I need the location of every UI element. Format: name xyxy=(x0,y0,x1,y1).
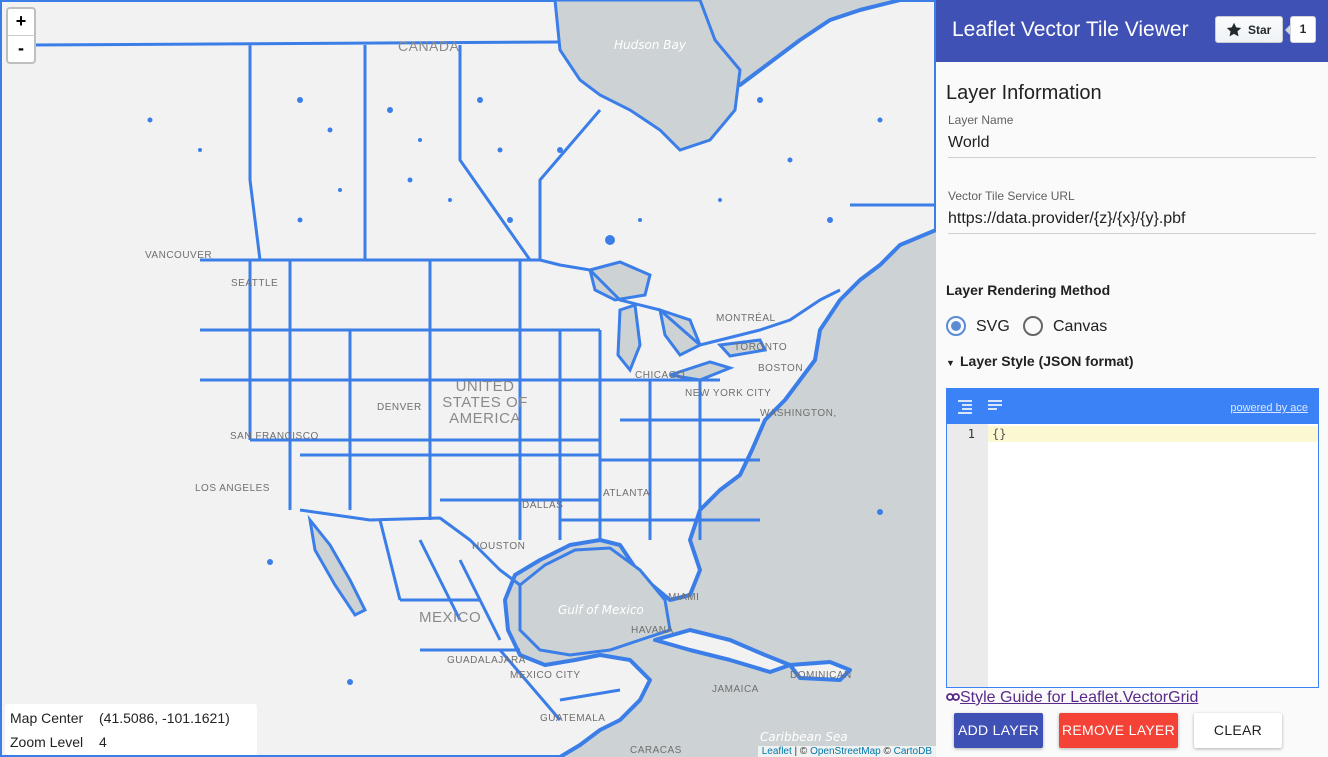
place-label: VANCOUVER xyxy=(145,250,213,261)
layer-style-expander[interactable]: ▼ Layer Style (JSON format) xyxy=(946,353,1134,369)
map-center-value: (41.5086, -101.1621) xyxy=(99,710,230,726)
side-panel: Leaflet Vector Tile Viewer Star 1 Layer … xyxy=(936,0,1328,757)
zoom-level-row: Zoom Level 4 xyxy=(10,734,107,750)
format-icon[interactable] xyxy=(956,398,974,416)
add-layer-button[interactable]: ADD LAYER xyxy=(954,713,1043,748)
place-label: SAN FRANCISCO xyxy=(230,431,319,442)
place-label: JAMAICA xyxy=(712,684,759,695)
place-label: CARACAS xyxy=(630,745,682,756)
editor-toolbar: powered by ace xyxy=(947,389,1318,424)
map-attribution: Leaflet | © OpenStreetMap © CartoDB xyxy=(757,746,936,757)
github-star-button[interactable]: Star xyxy=(1215,16,1283,43)
style-guide-label: Style Guide for Leaflet.VectorGrid xyxy=(960,689,1199,706)
attribution-separator: © xyxy=(880,746,894,757)
osm-link[interactable]: OpenStreetMap xyxy=(810,746,881,757)
layer-name-label: Layer Name xyxy=(948,113,1014,127)
link-icon xyxy=(946,693,960,701)
rendering-method-label: Layer Rendering Method xyxy=(946,282,1111,298)
powered-by-ace-link[interactable]: powered by ace xyxy=(1230,402,1308,414)
map-center-row: Map Center (41.5086, -101.1621) xyxy=(10,710,230,726)
editor-content[interactable]: {} xyxy=(992,427,1006,441)
clear-button[interactable]: CLEAR xyxy=(1194,713,1282,748)
zoom-in-button[interactable]: + xyxy=(8,9,34,35)
place-label: MEXICO CITY xyxy=(510,670,581,681)
place-label: LOS ANGELES xyxy=(195,483,270,494)
caret-down-icon: ▼ xyxy=(946,358,955,368)
section-title: Layer Information xyxy=(946,82,1102,104)
compact-icon[interactable] xyxy=(986,398,1004,416)
radio-canvas-label: Canvas xyxy=(1053,318,1108,335)
place-label: ATLANTA xyxy=(603,488,651,499)
water-label-caribbean-sea: Caribbean Sea xyxy=(760,730,848,744)
place-label: TORONTO xyxy=(734,342,788,353)
place-label: HAVANA xyxy=(631,625,674,636)
place-label: SEATTLE xyxy=(231,278,279,289)
star-label: Star xyxy=(1248,23,1272,37)
zoom-out-button[interactable]: - xyxy=(8,35,34,62)
map-center-label: Map Center xyxy=(10,710,84,726)
leaflet-link[interactable]: Leaflet xyxy=(762,746,792,757)
place-label: BOSTON xyxy=(758,363,804,374)
place-label: GUADALAJARA xyxy=(447,655,526,666)
place-label: MIAMI xyxy=(668,592,700,603)
zoom-control: + - xyxy=(6,7,36,64)
place-label: DOMINICAN xyxy=(790,670,852,681)
country-label-mexico: MEXICO xyxy=(419,609,482,626)
url-input[interactable]: https://data.provider/{z}/{x}/{y}.pbf xyxy=(948,210,1316,234)
place-label: GUATEMALA xyxy=(540,713,606,724)
app-header: Leaflet Vector Tile Viewer Star 1 xyxy=(936,0,1328,62)
place-label: HOUSTON xyxy=(472,541,526,552)
radio-canvas-circle[interactable] xyxy=(1023,316,1043,336)
zoom-level-label: Zoom Level xyxy=(10,734,84,750)
remove-layer-button[interactable]: REMOVE LAYER xyxy=(1059,713,1178,748)
map-view[interactable]: + - Hudson Bay Gulf of Mexico Caribbean … xyxy=(0,0,936,757)
star-count[interactable]: 1 xyxy=(1285,16,1316,43)
editor-gutter xyxy=(947,424,988,687)
app-title: Leaflet Vector Tile Viewer xyxy=(952,18,1189,41)
layer-name-input[interactable]: World xyxy=(948,134,1316,158)
layer-style-label: Layer Style (JSON format) xyxy=(960,353,1134,369)
place-label: WASHINGTON, xyxy=(760,408,837,419)
star-icon xyxy=(1226,22,1242,37)
place-label: NEW YORK CITY xyxy=(685,388,772,399)
zoom-level-value: 4 xyxy=(99,734,107,750)
style-guide-link[interactable]: Style Guide for Leaflet.VectorGrid xyxy=(946,689,1198,707)
editor-line-number: 1 xyxy=(967,427,975,441)
json-editor[interactable]: powered by ace 1 {} xyxy=(946,388,1319,688)
attribution-separator: | © xyxy=(791,746,811,757)
place-label: DENVER xyxy=(377,402,422,413)
map-info-box: Map Center (41.5086, -101.1621) Zoom Leve… xyxy=(5,704,257,755)
radio-svg-circle[interactable] xyxy=(946,316,966,336)
country-label-usa: UNITED STATES OF AMERICA xyxy=(442,378,528,427)
place-label: CHICAGO xyxy=(635,370,686,381)
water-label-gulf-of-mexico: Gulf of Mexico xyxy=(558,603,644,617)
country-label-canada: CANADA xyxy=(398,38,460,54)
water-label-hudson-bay: Hudson Bay xyxy=(614,38,686,52)
url-label: Vector Tile Service URL xyxy=(948,189,1075,203)
cuba-land xyxy=(653,628,792,674)
radio-svg-label: SVG xyxy=(976,318,1010,335)
editor-active-line xyxy=(988,426,1318,442)
place-label: DALLAS xyxy=(522,500,564,511)
place-label: MONTRÉAL xyxy=(716,313,776,324)
carto-link[interactable]: CartoDB xyxy=(894,746,932,757)
